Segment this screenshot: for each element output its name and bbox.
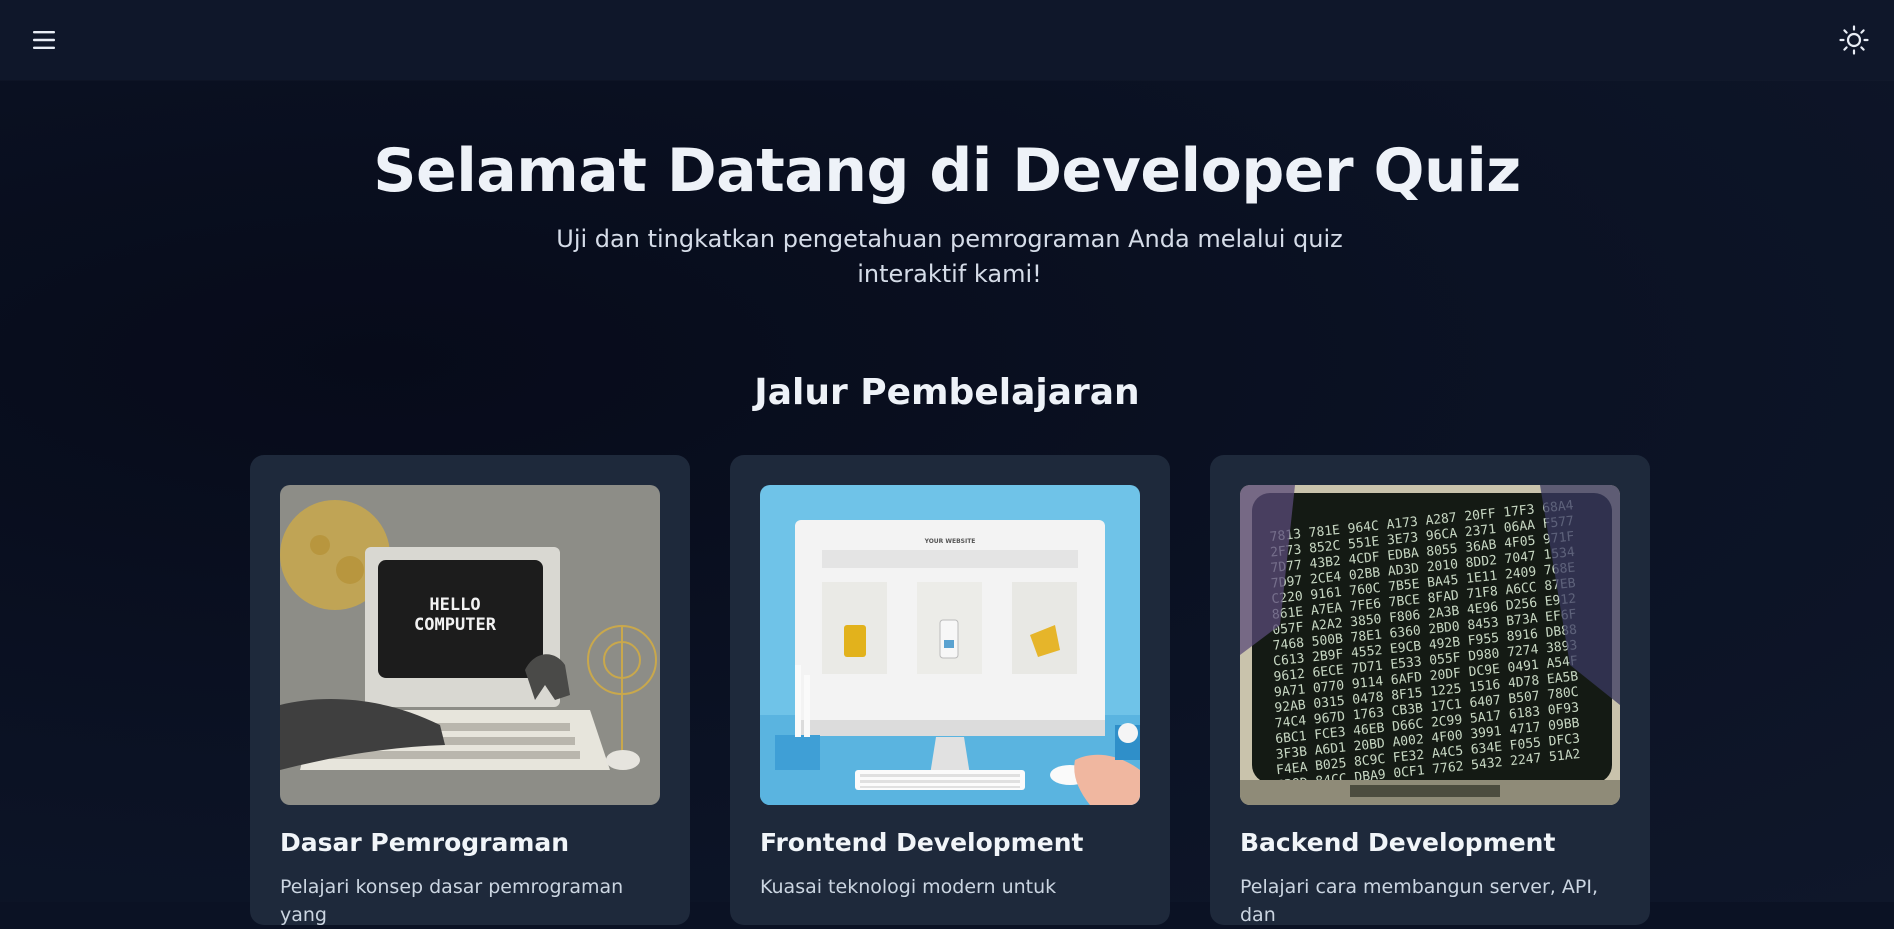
mockup-website-title: YOUR WEBSITE bbox=[924, 538, 976, 545]
top-navigation-bar bbox=[0, 0, 1894, 80]
card-description: Pelajari konsep dasar pemrograman yang bbox=[280, 876, 624, 926]
screen-text-computer: COMPUTER bbox=[414, 615, 497, 635]
screen-text-hello: HELLO bbox=[429, 595, 480, 615]
card-description: Pelajari cara membangun server, API, dan bbox=[1240, 876, 1598, 926]
card-image-hex-code-screen: 7813 781E 964C A173 A287 20FF 17F3 68A4 … bbox=[1240, 485, 1620, 805]
section-title: Jalur Pembelajaran bbox=[754, 372, 1140, 413]
sun-icon[interactable] bbox=[1838, 24, 1870, 56]
learning-path-card-frontend[interactable]: YOUR WEBSITE Frontend Development Kuasai… bbox=[730, 455, 1170, 925]
card-title: Backend Development bbox=[1240, 828, 1556, 857]
hamburger-menu-icon[interactable] bbox=[28, 26, 62, 54]
card-image-desktop-monitor: YOUR WEBSITE bbox=[760, 485, 1140, 805]
card-image-retro-computer: HELLO COMPUTER bbox=[280, 485, 660, 805]
learning-path-card-backend[interactable]: 7813 781E 964C A173 A287 20FF 17F3 68A4 … bbox=[1210, 455, 1650, 926]
page-subtitle: Uji dan tingkatkan pengetahuan pemrogram… bbox=[556, 225, 1343, 288]
learning-path-card-basic-programming[interactable]: HELLO COMPUTER Dasar Pemrograman Pelajar… bbox=[250, 455, 690, 926]
card-title: Frontend Development bbox=[760, 828, 1084, 857]
page-title: Selamat Datang di Developer Quiz bbox=[373, 136, 1521, 206]
card-description: Kuasai teknologi modern untuk bbox=[760, 876, 1057, 898]
card-title: Dasar Pemrograman bbox=[280, 828, 570, 857]
